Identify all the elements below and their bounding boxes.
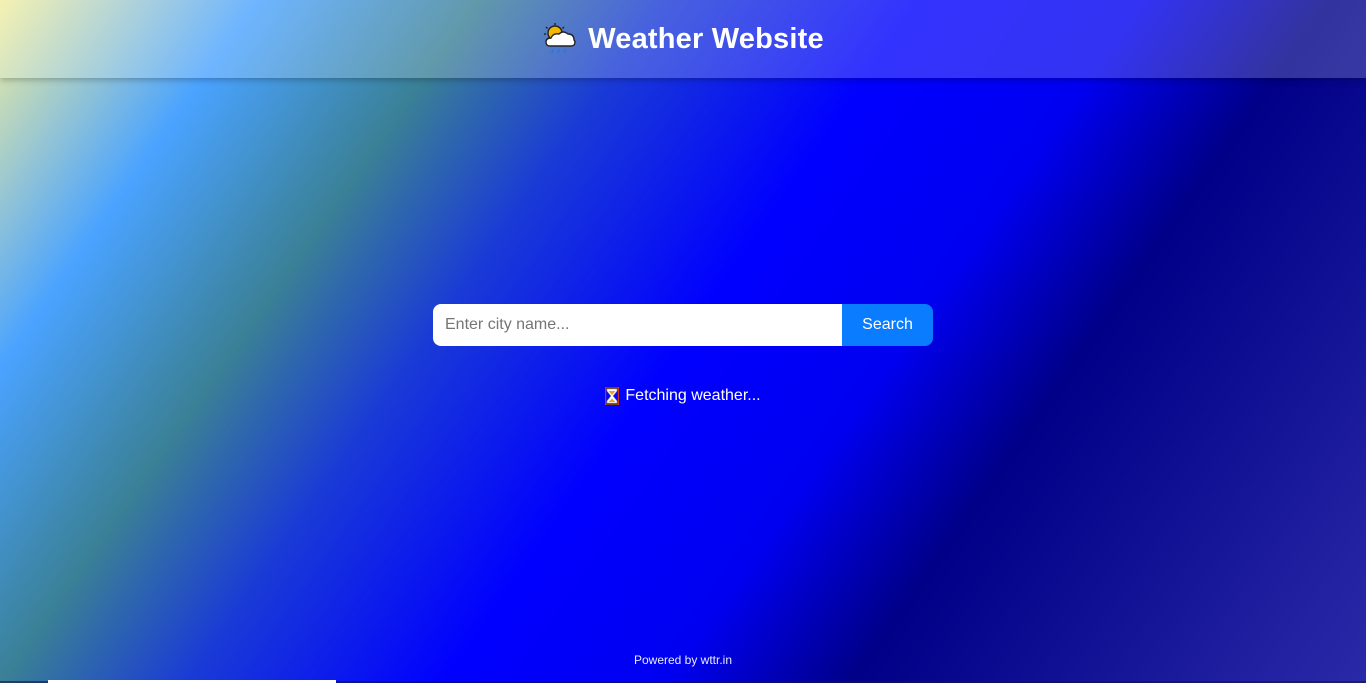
search-form: Search — [433, 304, 933, 346]
site-header: Weather Website — [0, 0, 1366, 78]
status-message: Fetching weather... — [0, 387, 1366, 405]
sun-behind-rain-cloud-icon — [542, 22, 578, 56]
search-button[interactable]: Search — [842, 304, 933, 346]
status-text: Fetching weather... — [625, 387, 761, 404]
hourglass-icon — [605, 387, 620, 405]
city-search-input[interactable] — [433, 304, 842, 346]
footer: Powered by wttr.in — [0, 653, 1366, 667]
page-title: Weather Website — [588, 22, 824, 55]
header-title-group: Weather Website — [542, 22, 824, 56]
footer-credit: Powered by wttr.in — [633, 653, 733, 667]
